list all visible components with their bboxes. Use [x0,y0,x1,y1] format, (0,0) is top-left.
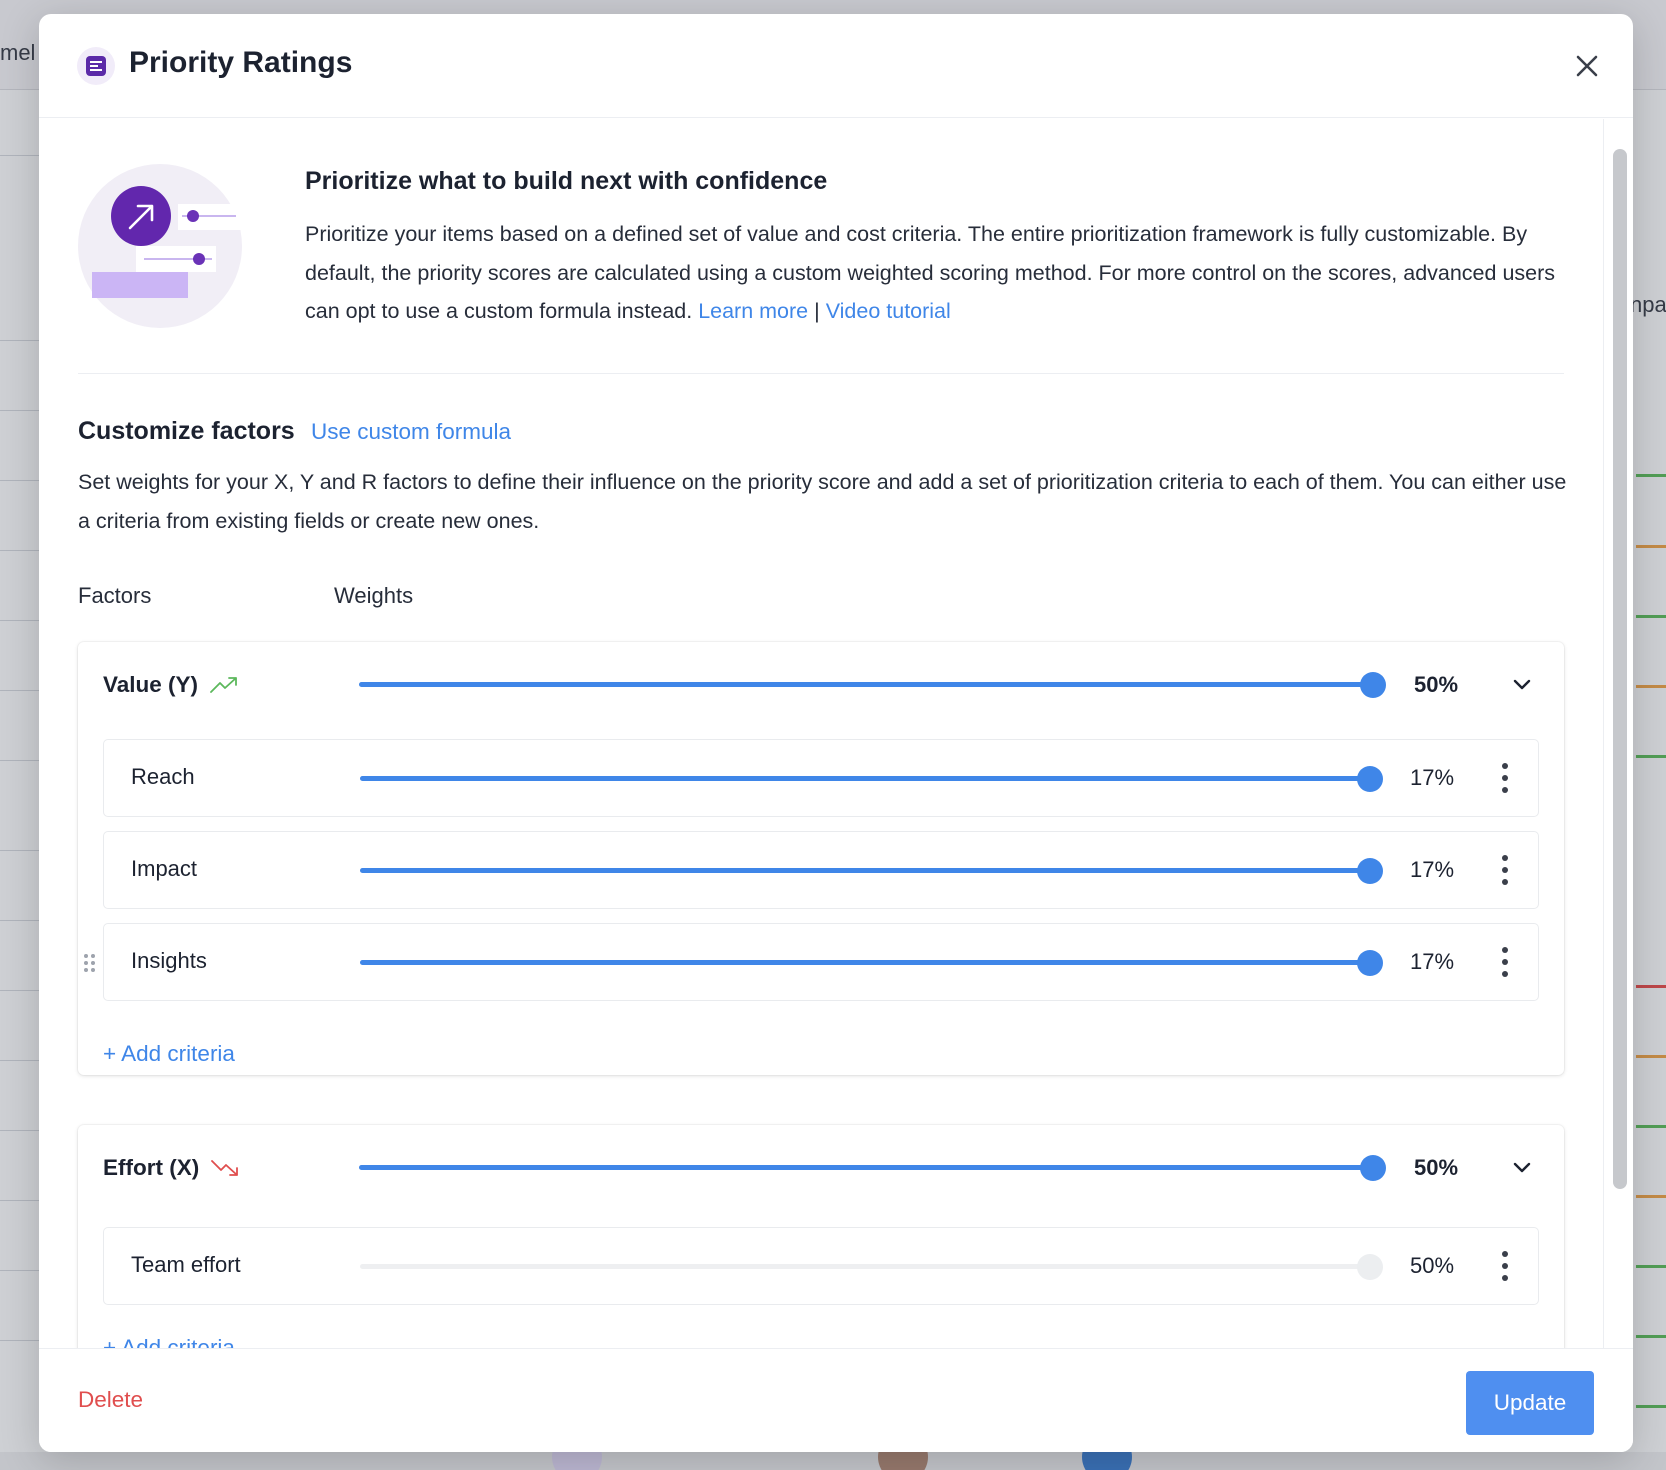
factor-name: Effort (X) [103,1155,200,1180]
weights-column-header: Weights [334,583,414,608]
criteria-weight-value: 17% [1410,857,1455,882]
priority-ratings-modal: Priority Ratings Prioritize what to buil… [39,14,1633,1452]
factor-header-value: Value (Y) [103,672,238,698]
factor-header-effort: Effort (X) [103,1155,239,1181]
criteria-row-impact[interactable]: Impact 17% [103,831,1539,909]
criteria-row-insights[interactable]: Insights 17% [84,923,1539,1001]
scrollbar-thumb[interactable] [1613,149,1627,1189]
customize-factors-title: Customize factors [78,417,295,445]
factor-weight-slider[interactable] [359,672,1386,698]
customize-factors-description: Set weights for your X, Y and R factors … [78,470,1567,533]
scrollbar[interactable] [1603,119,1633,1359]
intro-title: Prioritize what to build next with confi… [305,167,828,195]
drag-handle-icon[interactable] [84,954,96,974]
factors-column-header: Factors [78,583,152,608]
criteria-name: Insights [131,948,207,973]
update-button[interactable]: Update [1466,1371,1594,1435]
trending-up-icon [210,677,237,693]
trending-down-icon [211,1160,239,1176]
factor-card-effort: Effort (X) 50% Team effort 50% + Add cri… [78,1125,1564,1359]
more-options-icon[interactable] [1500,854,1510,886]
modal-title: Priority Ratings [129,46,353,79]
criteria-weight-slider[interactable] [360,766,1383,792]
factor-weight-value: 50% [1414,672,1459,697]
criteria-weight-slider[interactable] [360,1254,1383,1280]
modal-header: Priority Ratings [39,14,1633,118]
use-custom-formula-link[interactable]: Use custom formula [311,419,511,445]
collapse-toggle[interactable] [1509,672,1535,698]
slider-thumb[interactable] [1357,950,1383,976]
factor-weight-value: 50% [1414,1155,1459,1180]
learn-more-link[interactable]: Learn more [698,299,808,323]
prioritize-illustration [78,164,242,328]
factor-name: Value (Y) [103,672,199,697]
criteria-weight-value: 17% [1410,949,1455,974]
slider-thumb[interactable] [1357,766,1383,792]
link-separator: | [808,299,826,323]
more-options-icon[interactable] [1500,762,1510,794]
criteria-weight-slider[interactable] [360,950,1383,976]
more-options-icon[interactable] [1500,946,1510,978]
sliders-icon [77,47,115,85]
delete-button[interactable]: Delete [78,1387,143,1413]
slider-thumb[interactable] [1357,1254,1383,1280]
intro-description: Prioritize your items based on a defined… [305,215,1575,331]
chevron-down-icon [1513,1162,1531,1173]
modal-body[interactable]: Prioritize what to build next with confi… [39,119,1603,1359]
criteria-row-reach[interactable]: Reach 17% [103,739,1539,817]
factor-card-value: Value (Y) 50% Reach 17% Impact 17% Insig… [78,642,1564,1075]
criteria-name: Reach [131,764,195,789]
criteria-weight-value: 50% [1410,1253,1455,1278]
criteria-name: Impact [131,856,198,881]
section-divider [78,373,1564,374]
chevron-down-icon [1513,679,1531,690]
slider-thumb[interactable] [1357,858,1383,884]
criteria-name: Team effort [131,1252,241,1277]
close-icon [1576,55,1598,77]
modal-footer: Delete Update [39,1348,1633,1452]
slider-thumb[interactable] [1360,1155,1386,1181]
criteria-weight-slider[interactable] [360,858,1383,884]
slider-thumb[interactable] [1360,672,1386,698]
close-button[interactable] [1569,48,1605,84]
video-tutorial-link[interactable]: Video tutorial [826,299,951,323]
factor-weight-slider[interactable] [359,1155,1386,1181]
more-options-icon[interactable] [1500,1250,1510,1282]
add-criteria-button[interactable]: + Add criteria [103,1041,235,1067]
criteria-weight-value: 17% [1410,765,1455,790]
collapse-toggle[interactable] [1509,1155,1535,1181]
criteria-row-team-effort[interactable]: Team effort 50% [103,1227,1539,1305]
